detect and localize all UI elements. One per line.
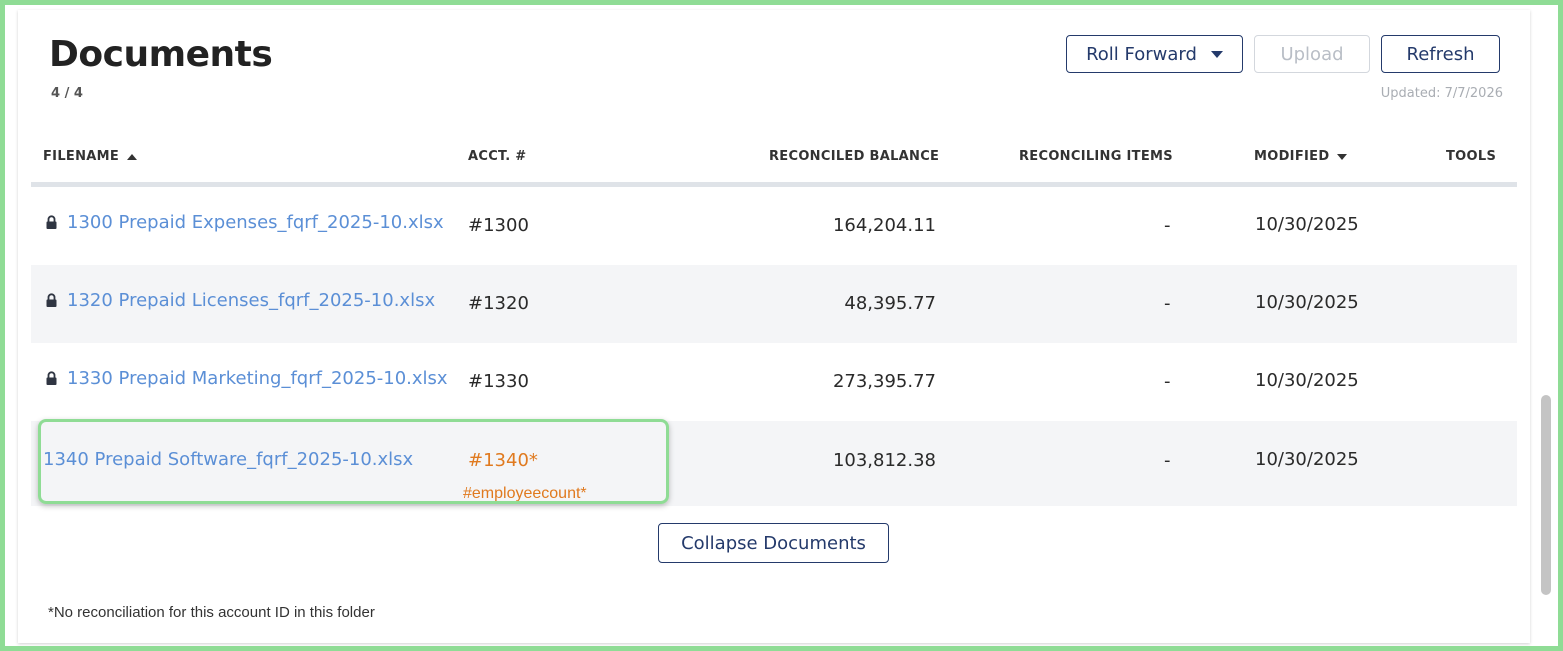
lock-icon [46,293,57,307]
reconciled-balance: 48,395.77 [844,293,936,314]
column-acct-label: ACCT. # [468,149,527,164]
column-tools: TOOLS [1446,149,1496,164]
acct-number: #1320 [468,293,529,314]
filename-text: 1330 Prepaid Marketing_fqrf_2025-10.xlsx [67,368,448,389]
filename-link[interactable]: 1320 Prepaid Licenses_fqrf_2025-10.xlsx [45,290,435,311]
chevron-down-icon [1210,50,1223,58]
column-acct[interactable]: ACCT. # [468,149,527,164]
filename-text: 1320 Prepaid Licenses_fqrf_2025-10.xlsx [67,290,436,311]
modified-date: 10/30/2025 [1255,370,1359,391]
roll-forward-button[interactable]: Roll Forward [1066,35,1243,73]
column-modified-label: MODIFIED [1254,149,1330,164]
column-modified[interactable]: MODIFIED [1254,149,1348,164]
modified-date: 10/30/2025 [1255,449,1359,470]
refresh-label: Refresh [1406,43,1475,65]
lock-icon [46,371,57,385]
scrollbar-thumb[interactable] [1541,395,1551,595]
roll-forward-label: Roll Forward [1086,43,1197,65]
row-highlight-box [38,419,669,504]
modified-date: 10/30/2025 [1255,214,1359,235]
lock-icon [46,215,57,229]
filename-link[interactable]: 1330 Prepaid Marketing_fqrf_2025-10.xlsx [45,368,448,389]
collapse-documents-button[interactable]: Collapse Documents [658,523,889,563]
reconciled-balance: 164,204.11 [832,215,936,236]
sort-asc-icon [127,153,138,160]
column-filename-label: FILENAME [43,149,120,164]
acct-number: #1330 [468,371,529,392]
page-title: Documents [49,34,273,75]
column-tools-label: TOOLS [1446,149,1497,164]
filename-text: 1300 Prepaid Expenses_fqrf_2025-10.xlsx [67,212,444,233]
modified-date: 10/30/2025 [1255,292,1359,313]
updated-timestamp: Updated: 7/7/2026 [1380,86,1503,101]
reconciling-items: - [1164,293,1171,314]
footnote: *No reconciliation for this account ID i… [48,604,375,621]
app-frame: Documents 4 / 4 Roll Forward Upload Refr… [5,5,1558,646]
upload-label: Upload [1280,43,1344,65]
document-count: 4 / 4 [51,86,83,101]
acct-number: #1300 [468,215,529,236]
column-balance[interactable]: RECONCILED BALANCE [769,149,939,164]
reconciled-balance: 273,395.77 [832,371,936,392]
column-reconciling-items[interactable]: RECONCILING ITEMS [1019,149,1173,164]
reconciled-balance: 103,812.38 [832,450,936,471]
collapse-documents-label: Collapse Documents [681,532,866,554]
table-row[interactable]: 1330 Prepaid Marketing_fqrf_2025-10.xlsx… [31,343,1517,421]
reconciling-items: - [1164,215,1171,236]
column-items-label: RECONCILING ITEMS [1019,149,1173,164]
refresh-button[interactable]: Refresh [1381,35,1500,73]
table-header: FILENAME ACCT. # RECONCILED BALANCE RECO… [31,138,1517,187]
filename-link[interactable]: 1300 Prepaid Expenses_fqrf_2025-10.xlsx [45,212,444,233]
reconciling-items: - [1164,450,1171,471]
table-row[interactable]: 1320 Prepaid Licenses_fqrf_2025-10.xlsx … [31,265,1517,343]
reconciling-items: - [1164,371,1171,392]
upload-button[interactable]: Upload [1254,35,1370,73]
documents-panel: Documents 4 / 4 Roll Forward Upload Refr… [18,10,1530,643]
column-balance-label: RECONCILED BALANCE [769,149,940,164]
table-row[interactable]: 1300 Prepaid Expenses_fqrf_2025-10.xlsx … [31,187,1517,265]
sort-desc-icon [1337,153,1348,160]
column-filename[interactable]: FILENAME [43,149,138,164]
